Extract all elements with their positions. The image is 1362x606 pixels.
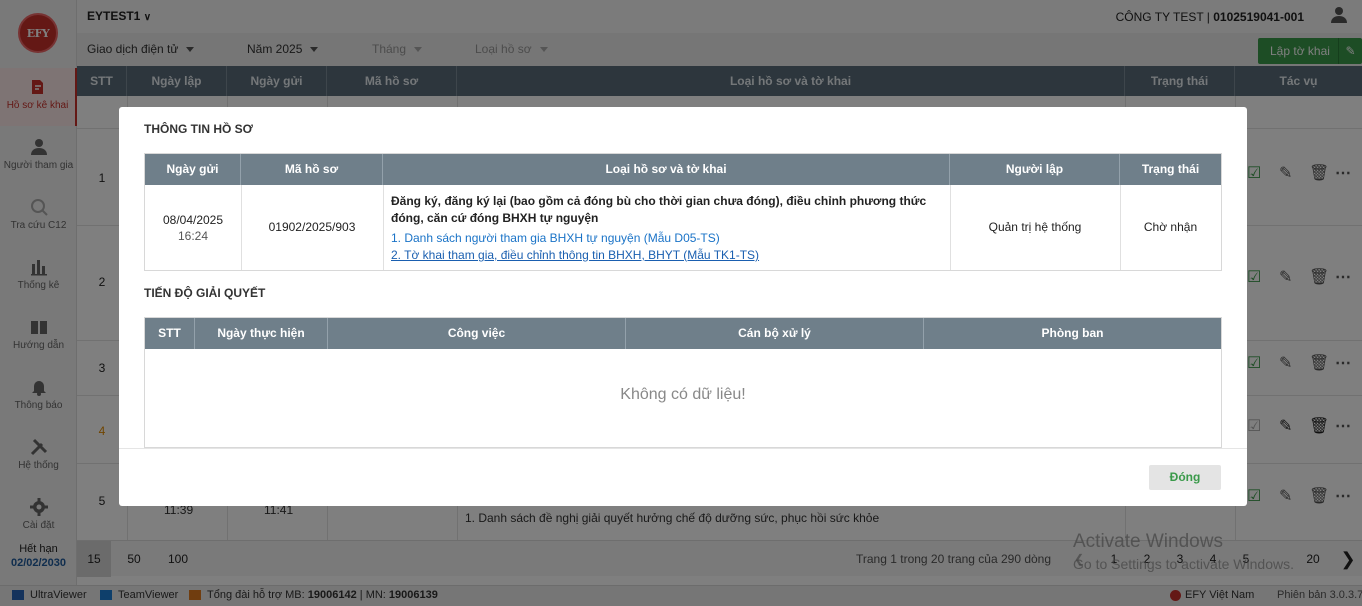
header-creator: Người lập — [950, 154, 1120, 185]
record-type-line1: Đăng ký, đăng ký lại (bao gồm cả đóng bù… — [391, 194, 927, 208]
close-button[interactable]: Đóng — [1149, 465, 1221, 490]
header-execution-date: Ngày thực hiện — [195, 318, 328, 349]
progress-table: STT Ngày thực hiện Công việc Cán bộ xử l… — [144, 317, 1222, 448]
progress-title: TIẾN ĐỘ GIẢI QUYẾT — [144, 286, 266, 300]
header-department: Phòng ban — [924, 318, 1221, 349]
header-task: Công việc — [328, 318, 626, 349]
header-stt: STT — [145, 318, 195, 349]
sent-date: 08/04/2025 — [162, 213, 224, 227]
header-type: Loại hồ sơ và tờ khai — [383, 154, 950, 185]
record-info-table: Ngày gửi Mã hồ sơ Loại hồ sơ và tờ khai … — [144, 153, 1222, 271]
form-tk1-link[interactable]: 2. Tờ khai tham gia, điều chỉnh thông ti… — [391, 247, 946, 264]
sent-datetime: 08/04/2025 16:24 — [145, 212, 241, 244]
record-creator: Quản trị hệ thống — [988, 220, 1082, 234]
record-code: 01902/2025/903 — [268, 220, 356, 234]
dialog-title: THÔNG TIN HỒ SƠ — [144, 122, 253, 136]
dialog-footer-divider — [119, 448, 1247, 449]
header-code: Mã hồ sơ — [241, 154, 383, 185]
header-status: Trạng thái — [1120, 154, 1221, 185]
empty-message: Không có dữ liệu! — [620, 386, 746, 403]
record-info-dialog: THÔNG TIN HỒ SƠ Ngày gửi Mã hồ sơ Loại h… — [119, 107, 1247, 506]
form-d05-link[interactable]: 1. Danh sách người tham gia BHXH tự nguy… — [391, 230, 946, 247]
header-sent-date: Ngày gửi — [145, 154, 241, 185]
sent-time: 16:24 — [177, 229, 209, 243]
record-status: Chờ nhận — [1143, 220, 1198, 234]
header-officer: Cán bộ xử lý — [626, 318, 924, 349]
record-type-line2: đóng, căn cứ đóng BHXH tự nguyện — [391, 211, 599, 225]
record-type: Đăng ký, đăng ký lại (bao gồm cả đóng bù… — [391, 193, 946, 264]
